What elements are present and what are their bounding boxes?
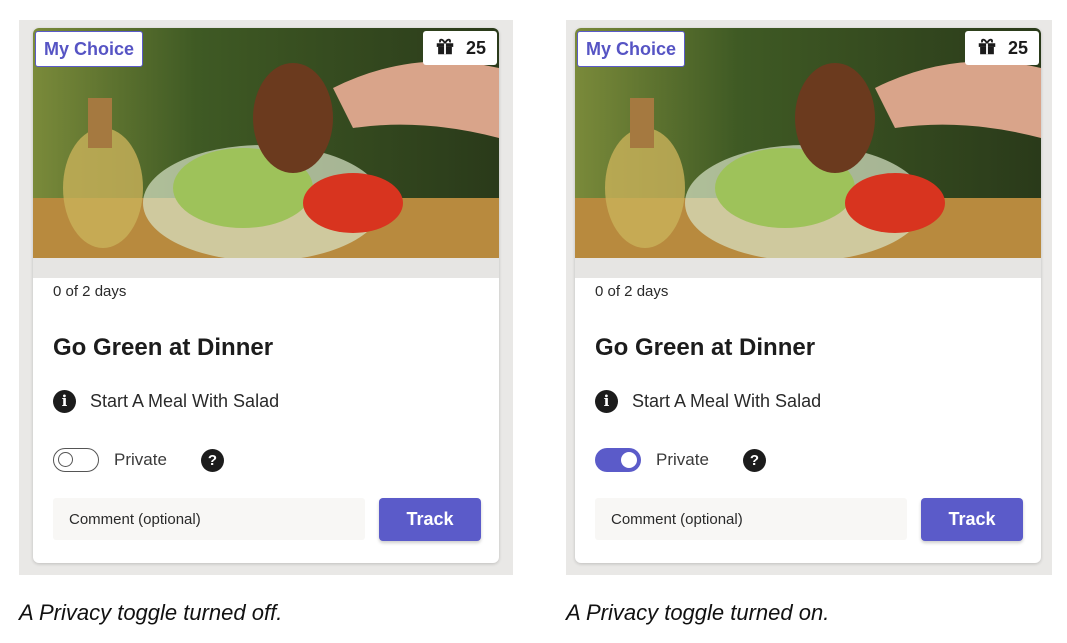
track-button[interactable]: Track (921, 498, 1023, 541)
privacy-toggle[interactable] (53, 448, 99, 472)
info-icon[interactable]: i (595, 390, 618, 413)
challenge-card: My Choice 25 0 of 2 days Go Green at Din… (575, 28, 1041, 563)
challenge-title: Go Green at Dinner (595, 334, 816, 361)
challenge-card: My Choice 25 0 of 2 days Go Green at Din… (33, 28, 499, 563)
tip-text: Start A Meal With Salad (632, 391, 822, 411)
points-value: 25 (1007, 37, 1029, 58)
my-choice-badge: My Choice (35, 31, 144, 67)
privacy-row: Private ? (53, 448, 224, 472)
toggle-knob (621, 452, 637, 468)
privacy-label: Private (656, 450, 709, 469)
progress-text: 0 of 2 days (53, 283, 127, 300)
comment-input[interactable] (53, 498, 365, 540)
gift-icon (434, 35, 456, 62)
track-button[interactable]: Track (379, 498, 481, 541)
info-icon[interactable]: i (53, 390, 76, 413)
challenge-title: Go Green at Dinner (53, 334, 274, 361)
image-strip (575, 258, 1041, 278)
progress-text: 0 of 2 days (595, 283, 669, 300)
example-panel-on: My Choice 25 0 of 2 days Go Green at Din… (566, 20, 1052, 575)
image-strip (33, 258, 499, 278)
tip-text: Start A Meal With Salad (90, 391, 280, 411)
tip-row[interactable]: i Start A Meal With Salad (53, 390, 279, 413)
question-icon[interactable]: ? (742, 448, 766, 472)
points-badge: 25 (965, 31, 1039, 65)
tip-row[interactable]: i Start A Meal With Salad (595, 390, 821, 413)
caption-off: A Privacy toggle turned off. (19, 600, 283, 625)
points-badge: 25 (423, 31, 497, 65)
privacy-row: Private ? (595, 448, 766, 472)
toggle-knob (58, 452, 73, 467)
gift-icon (976, 35, 998, 62)
caption-on: A Privacy toggle turned on. (566, 600, 830, 625)
points-value: 25 (465, 37, 487, 58)
my-choice-badge: My Choice (577, 31, 686, 67)
example-panel-off: My Choice 25 0 of 2 days Go Green at Din… (19, 20, 513, 575)
question-icon[interactable]: ? (200, 448, 224, 472)
comment-input[interactable] (595, 498, 907, 540)
privacy-label: Private (114, 450, 167, 469)
privacy-toggle[interactable] (595, 448, 641, 472)
